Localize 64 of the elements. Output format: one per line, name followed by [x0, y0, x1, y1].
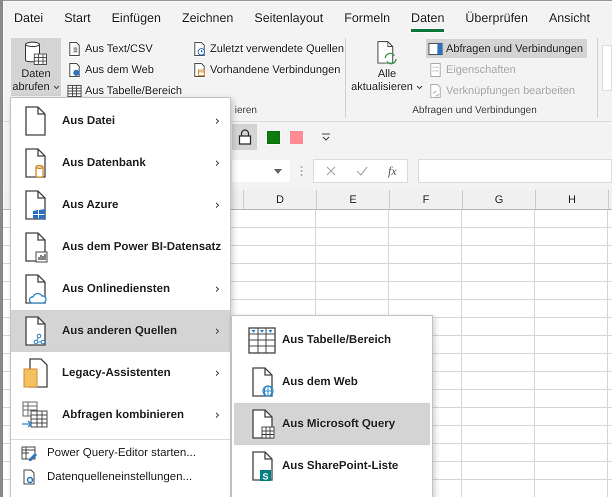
document-clock-icon: [192, 40, 208, 56]
caret-icon: [52, 85, 60, 90]
column-header[interactable]: F: [390, 190, 463, 209]
document-icon: [67, 40, 82, 56]
color-swatch[interactable]: [290, 130, 303, 144]
ribbon-button[interactable]: Abfragen und Verbindungen: [426, 39, 588, 58]
menu-item[interactable]: Datenquelleneinstellungen...: [11, 465, 192, 489]
menu-item[interactable]: S Aus SharePoint-Liste: [234, 445, 430, 487]
name-box[interactable]: [232, 160, 290, 182]
column-header[interactable]: D: [244, 190, 317, 209]
ribbon-tab[interactable]: Seitenlayout: [254, 7, 324, 32]
lock-button[interactable]: [232, 124, 257, 150]
menu-item[interactable]: Aus Tabelle/Bereich: [234, 319, 430, 361]
menu-item[interactable]: Aus anderen Quellen ›: [11, 310, 230, 352]
insert-function-button[interactable]: fx: [388, 164, 397, 178]
color-swatch[interactable]: [267, 130, 280, 144]
formula-input[interactable]: [418, 159, 612, 183]
submenu-arrow: ›: [214, 408, 220, 422]
submenu-arrow: ›: [214, 198, 220, 212]
check-icon[interactable]: [356, 166, 368, 176]
menu-item[interactable]: Aus Datei ›: [11, 100, 230, 142]
ribbon-button[interactable]: Aus dem Web: [65, 60, 186, 79]
ribbon-tab[interactable]: Überprüfen: [465, 7, 528, 32]
column-header[interactable]: H: [536, 190, 609, 209]
cancel-icon[interactable]: [326, 166, 336, 176]
menu-item[interactable]: Aus dem Power BI-Datensatz: [11, 226, 230, 268]
refresh-all-button[interactable]: Alle aktualisieren: [352, 38, 422, 96]
menu-item[interactable]: Legacy-Assistenten ›: [11, 352, 230, 394]
ribbon-button[interactable]: Vorhandene Verbindungen: [190, 60, 348, 79]
ribbon-tab[interactable]: Ansicht: [548, 7, 590, 32]
ribbon-tab[interactable]: Datei: [14, 7, 44, 32]
ribbon-tab[interactable]: Daten: [411, 7, 444, 32]
menu-item[interactable]: Abfragen kombinieren ›: [11, 394, 230, 436]
get-data-button[interactable]: Daten abrufen: [11, 38, 61, 96]
menu-item[interactable]: Aus dem Web: [234, 361, 430, 403]
list-icon: [428, 62, 443, 78]
customize-icon[interactable]: [321, 132, 331, 142]
submenu-arrow: ›: [214, 156, 220, 170]
group-label: Abfragen und Verbindungen: [412, 105, 537, 116]
ribbon-tab[interactable]: Formeln: [344, 7, 390, 32]
lock-icon: [238, 129, 252, 145]
menu-item[interactable]: Aus Microsoft Query: [234, 403, 430, 445]
ribbon-tab[interactable]: Zeichnen: [182, 7, 234, 32]
grip-icon: [300, 165, 303, 177]
menu-item[interactable]: Aus Azure ›: [11, 184, 230, 226]
column-header[interactable]: E: [317, 190, 390, 209]
caret-icon: [416, 85, 423, 90]
submenu-arrow: ›: [214, 324, 220, 338]
ribbon-tab[interactable]: Start: [64, 7, 91, 32]
menu-item[interactable]: Aus Onlinediensten ›: [11, 268, 230, 310]
table-pencil-icon: [21, 444, 38, 462]
submenu-arrow: ›: [214, 282, 220, 296]
menu-item[interactable]: Aus Datenbank ›: [11, 142, 230, 184]
submenu-arrow: ›: [214, 366, 220, 380]
ribbon-button[interactable]: Aus Text/CSV: [65, 39, 186, 58]
dropdown-icon: [274, 168, 282, 174]
ribbon-button[interactable]: Zuletzt verwendete Quellen: [190, 39, 348, 58]
panel-icon: [428, 40, 443, 56]
document-table-icon: [192, 62, 208, 78]
ribbon-tab[interactable]: Einfügen: [112, 7, 161, 32]
menu-item[interactable]: Power Query-Editor starten...: [11, 441, 196, 465]
group-label: ieren: [234, 105, 257, 116]
column-header[interactable]: G: [463, 190, 536, 209]
submenu-arrow: ›: [214, 114, 220, 128]
